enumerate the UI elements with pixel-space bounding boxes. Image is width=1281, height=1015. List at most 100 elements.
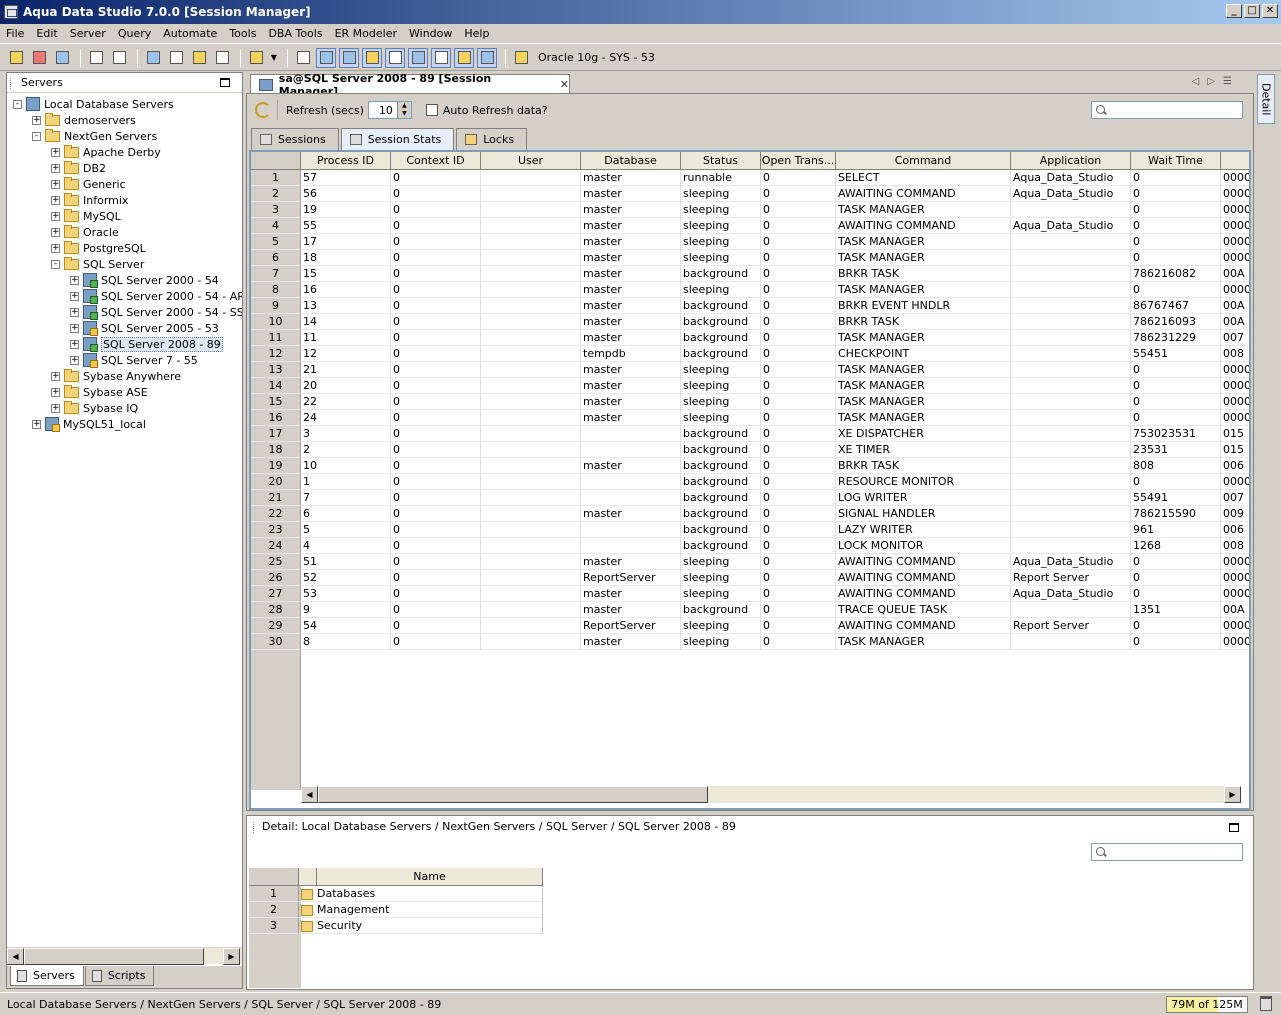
table-cell[interactable]: 0 [761,250,836,266]
table-cell[interactable]: 786215590 [1131,506,1221,522]
expand-icon[interactable]: + [70,339,79,349]
collapse-icon[interactable]: - [51,259,60,269]
connect-icon[interactable] [86,48,106,68]
table-cell[interactable]: sleeping [681,282,761,298]
table-row[interactable]: 5 17 0 master sleeping 0 TASK MANAGER 0 0000 [251,234,1249,250]
table-cell[interactable]: 0 [391,346,481,362]
table-cell[interactable]: 0 [391,202,481,218]
table-cell[interactable]: master [581,506,681,522]
table-cell[interactable]: 1268 [1131,538,1221,554]
table-cell[interactable]: master [581,362,681,378]
table-cell[interactable] [1011,314,1131,330]
table-cell[interactable]: 0 [391,314,481,330]
list-item[interactable]: 1 Databases [249,886,543,902]
row-number[interactable]: 8 [251,282,301,298]
table-cell[interactable]: sleeping [681,554,761,570]
table-cell[interactable]: 4 [301,538,391,554]
table-cell[interactable]: sleeping [681,202,761,218]
table-cell[interactable]: 0 [391,378,481,394]
table-cell[interactable]: 0 [391,394,481,410]
expand-icon[interactable]: + [51,211,60,221]
layout-4-icon[interactable] [385,47,405,68]
table-row[interactable]: 18 2 0 background 0 XE TIMER 23531 015 [251,442,1249,458]
list-item[interactable]: 2 Management [249,902,543,918]
table-cell[interactable]: runnable [681,170,761,186]
table-cell[interactable]: 009 [1221,506,1249,522]
tab-detail-side[interactable]: Detail [1257,74,1275,124]
table-cell[interactable]: 17 [301,234,391,250]
table-cell[interactable]: 22 [301,394,391,410]
table-cell[interactable]: 008 [1221,346,1249,362]
table-row[interactable]: 10 14 0 master background 0 BRKR TASK 786216093… [251,314,1249,330]
expand-icon[interactable]: + [51,403,60,413]
table-row[interactable]: 20 1 0 background 0 RESOURCE MONITOR 0 0000 [251,474,1249,490]
table-cell[interactable]: 0000 [1221,570,1249,586]
column-header[interactable]: Status [681,152,761,170]
table-cell[interactable]: AWAITING COMMAND [836,554,1011,570]
table-cell[interactable] [1011,602,1131,618]
table-cell[interactable]: 0 [761,602,836,618]
menu-tools[interactable]: Tools [223,27,262,40]
table-cell[interactable]: Aqua_Data_Studio [1011,554,1131,570]
table-cell[interactable]: 0 [391,234,481,250]
table-cell[interactable]: 0000 [1221,218,1249,234]
table-cell[interactable]: 00A [1221,298,1249,314]
row-number[interactable]: 17 [251,426,301,442]
tree-node[interactable]: + SQL Server 7 - 55 [70,352,198,368]
table-cell[interactable]: 0 [391,554,481,570]
table-cell[interactable]: 0 [391,506,481,522]
table-cell[interactable]: background [681,538,761,554]
auto-refresh-checkbox[interactable] [425,104,438,116]
layout-7-icon[interactable] [454,47,474,68]
table-cell[interactable]: 0 [1131,410,1221,426]
table-cell[interactable]: 0 [391,570,481,586]
row-number[interactable]: 21 [251,490,301,506]
table-cell[interactable]: 8 [301,634,391,650]
table-cell[interactable]: 0 [391,330,481,346]
table-cell[interactable]: sleeping [681,586,761,602]
table-cell[interactable]: 0000 [1221,378,1249,394]
table-cell[interactable]: 0 [1131,282,1221,298]
expand-icon[interactable]: + [32,419,41,429]
table-cell[interactable]: TASK MANAGER [836,234,1011,250]
row-number[interactable]: 10 [251,314,301,330]
table-cell[interactable]: sleeping [681,378,761,394]
close-tab-icon[interactable]: ✕ [560,78,569,91]
table-cell[interactable]: master [581,378,681,394]
row-number[interactable]: 6 [251,250,301,266]
grid-scroll-thumb[interactable] [318,786,708,803]
table-cell[interactable]: 57 [301,170,391,186]
grid-scroll-right-button[interactable]: ▶ [1224,786,1241,803]
table-cell[interactable]: 00A [1221,314,1249,330]
table-cell[interactable]: 0 [761,266,836,282]
memory-indicator[interactable]: 79M of 125M [1166,996,1248,1013]
table-cell[interactable] [481,298,581,314]
table-cell[interactable]: 0 [1131,186,1221,202]
detail-search-input[interactable] [1091,843,1243,861]
table-cell[interactable]: 11 [301,330,391,346]
table-cell[interactable]: 0000 [1221,170,1249,186]
table-cell[interactable]: 0 [1131,218,1221,234]
row-number[interactable]: 13 [251,362,301,378]
tree-node[interactable]: + SQL Server 2008 - 89 [70,336,223,352]
table-cell[interactable] [1011,490,1131,506]
table-cell[interactable] [481,410,581,426]
table-cell[interactable]: 0 [391,602,481,618]
table-cell[interactable]: LAZY WRITER [836,522,1011,538]
column-header[interactable]: Application [1011,152,1131,170]
table-cell[interactable]: XE DISPATCHER [836,426,1011,442]
scroll-right-button[interactable]: ▶ [223,948,240,965]
table-cell[interactable] [1011,634,1131,650]
expand-icon[interactable]: + [51,227,60,237]
column-header[interactable]: Database [581,152,681,170]
print-icon[interactable] [293,48,313,68]
tree-node[interactable]: + SQL Server 2000 - 54 - API- [70,288,242,304]
table-cell[interactable]: 0 [761,426,836,442]
row-number[interactable]: 7 [251,266,301,282]
table-cell[interactable]: tempdb [581,346,681,362]
table-cell[interactable]: master [581,298,681,314]
row-number[interactable]: 1 [249,886,299,902]
tree-node[interactable]: + SQL Server 2005 - 53 [70,320,219,336]
table-cell[interactable]: 23531 [1131,442,1221,458]
table-cell[interactable]: 00A [1221,602,1249,618]
